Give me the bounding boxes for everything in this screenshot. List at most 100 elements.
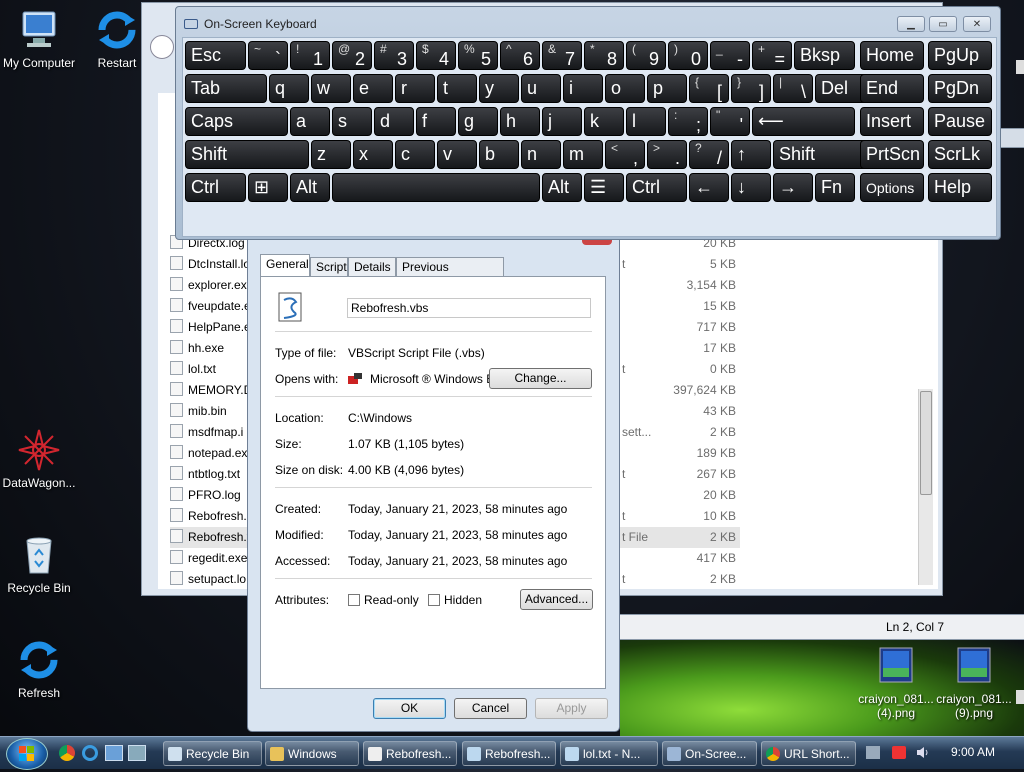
- key-symbol[interactable]: <,: [605, 140, 645, 169]
- key-r[interactable]: r: [395, 74, 435, 103]
- task-windows-folder[interactable]: Windows: [265, 741, 359, 766]
- hidden-checkbox[interactable]: [428, 594, 440, 606]
- file-row[interactable]: setupact.lo: [170, 569, 246, 590]
- key-ctrl[interactable]: Ctrl: [185, 173, 246, 202]
- key-symbol[interactable]: _ -: [710, 41, 750, 70]
- key-0[interactable]: ) 0: [668, 41, 708, 70]
- key-symbol[interactable]: ↑: [731, 140, 771, 169]
- key-insert[interactable]: Insert: [860, 107, 924, 136]
- key-options[interactable]: Options: [860, 173, 924, 202]
- file-row[interactable]: MEMORY.D: [170, 380, 252, 401]
- key-q[interactable]: q: [269, 74, 309, 103]
- key-s[interactable]: s: [332, 107, 372, 136]
- key-6[interactable]: ^ 6: [500, 41, 540, 70]
- clock[interactable]: 9:00 AM: [951, 745, 995, 759]
- internet-explorer-icon[interactable]: [82, 745, 98, 761]
- key-3[interactable]: #3: [374, 41, 414, 70]
- key-symbol[interactable]: }]: [731, 74, 771, 103]
- advanced-button[interactable]: Advanced...: [520, 589, 593, 610]
- key-symbol[interactable]: :;: [668, 107, 708, 136]
- file-row[interactable]: hh.exe: [170, 338, 224, 359]
- desktop-icon-refresh[interactable]: Refresh: [0, 638, 81, 700]
- vertical-scrollbar[interactable]: [918, 389, 933, 585]
- key-f[interactable]: f: [416, 107, 456, 136]
- key-o[interactable]: o: [605, 74, 645, 103]
- network-icon[interactable]: [866, 746, 880, 759]
- key-space[interactable]: [332, 173, 540, 202]
- tab-general[interactable]: General: [260, 254, 310, 276]
- back-button[interactable]: [150, 35, 174, 59]
- key-2[interactable]: @2: [332, 41, 372, 70]
- scrollbar-thumb[interactable]: [920, 391, 932, 495]
- show-desktop-icon[interactable]: [105, 745, 123, 761]
- key-symbol[interactable]: {[: [689, 74, 729, 103]
- key-n[interactable]: n: [521, 140, 561, 169]
- key-scrlk[interactable]: ScrLk: [928, 140, 992, 169]
- key-symbol[interactable]: ⟵: [752, 107, 855, 136]
- key-m[interactable]: m: [563, 140, 603, 169]
- task-rebofresh-notepad[interactable]: Rebofresh...: [462, 741, 556, 766]
- key-v[interactable]: v: [437, 140, 477, 169]
- key-symbol[interactable]: >.: [647, 140, 687, 169]
- start-button[interactable]: [6, 738, 48, 770]
- key-prtscn[interactable]: PrtScn: [860, 140, 924, 169]
- key-7[interactable]: & 7: [542, 41, 582, 70]
- file-row[interactable]: lol.txt: [170, 359, 216, 380]
- minimize-button[interactable]: ▁: [897, 16, 925, 32]
- maximize-button[interactable]: ▭: [929, 16, 957, 32]
- key-symbol[interactable]: ←: [689, 173, 729, 202]
- desktop-icon-datawagon[interactable]: DataWagon...: [0, 428, 81, 490]
- key-symbol[interactable]: ~ `: [248, 41, 288, 70]
- key-8[interactable]: * 8: [584, 41, 624, 70]
- tab-details[interactable]: Details: [348, 257, 396, 276]
- key-fn[interactable]: Fn: [815, 173, 855, 202]
- key-end[interactable]: End: [860, 74, 924, 103]
- key-symbol[interactable]: ☰: [584, 173, 624, 202]
- tab-script[interactable]: Script: [310, 257, 348, 276]
- key-t[interactable]: t: [437, 74, 477, 103]
- close-button[interactable]: ✕: [963, 16, 991, 32]
- key-shift[interactable]: Shift: [185, 140, 309, 169]
- key-home[interactable]: Home: [860, 41, 924, 70]
- desktop-icon-my-computer[interactable]: My Computer: [0, 8, 81, 70]
- action-center-alert-icon[interactable]: [892, 746, 906, 759]
- speaker-icon[interactable]: [916, 746, 930, 759]
- key-l[interactable]: l: [626, 107, 666, 136]
- file-row[interactable]: explorer.exe: [170, 275, 253, 296]
- properties-dialog[interactable]: General Script Details Previous Versions…: [247, 232, 620, 732]
- key-ctrl[interactable]: Ctrl: [626, 173, 687, 202]
- desktop-icon-craiyon-4[interactable]: craiyon_081... (4).png: [853, 644, 939, 720]
- desktop-icon-craiyon-9[interactable]: craiyon_081... (9).png: [931, 644, 1017, 720]
- task-recycle-bin[interactable]: Recycle Bin: [163, 741, 262, 766]
- file-row[interactable]: Rebofresh.i: [170, 506, 249, 527]
- task-rebofresh-properties[interactable]: Rebofresh...: [363, 741, 457, 766]
- readonly-checkbox[interactable]: [348, 594, 360, 606]
- task-lol-txt[interactable]: lol.txt - N...: [560, 741, 658, 766]
- key-pause[interactable]: Pause: [928, 107, 992, 136]
- file-row[interactable]: msdfmap.i: [170, 422, 243, 443]
- filename-input[interactable]: Rebofresh.vbs: [347, 298, 591, 318]
- key-symbol[interactable]: ? /: [689, 140, 729, 169]
- key-c[interactable]: c: [395, 140, 435, 169]
- key-symbol[interactable]: ↓: [731, 173, 771, 202]
- file-row[interactable]: fveupdate.e: [170, 296, 251, 317]
- key-bksp[interactable]: Bksp: [794, 41, 855, 70]
- file-row[interactable]: PFRO.log: [170, 485, 241, 506]
- key-9[interactable]: (9: [626, 41, 666, 70]
- file-row[interactable]: regedit.exe: [170, 548, 247, 569]
- key-esc[interactable]: Esc: [185, 41, 246, 70]
- key-pgup[interactable]: PgUp: [928, 41, 992, 70]
- key-symbol[interactable]: " ': [710, 107, 750, 136]
- key-caps[interactable]: Caps: [185, 107, 288, 136]
- key-z[interactable]: z: [311, 140, 351, 169]
- key-tab[interactable]: Tab: [185, 74, 267, 103]
- key-g[interactable]: g: [458, 107, 498, 136]
- key-5[interactable]: % 5: [458, 41, 498, 70]
- key-symbol[interactable]: →: [773, 173, 813, 202]
- key-k[interactable]: k: [584, 107, 624, 136]
- key-symbol[interactable]: + =: [752, 41, 792, 70]
- switch-windows-icon[interactable]: [128, 745, 146, 761]
- key-i[interactable]: i: [563, 74, 603, 103]
- key-a[interactable]: a: [290, 107, 330, 136]
- ok-button[interactable]: OK: [373, 698, 446, 719]
